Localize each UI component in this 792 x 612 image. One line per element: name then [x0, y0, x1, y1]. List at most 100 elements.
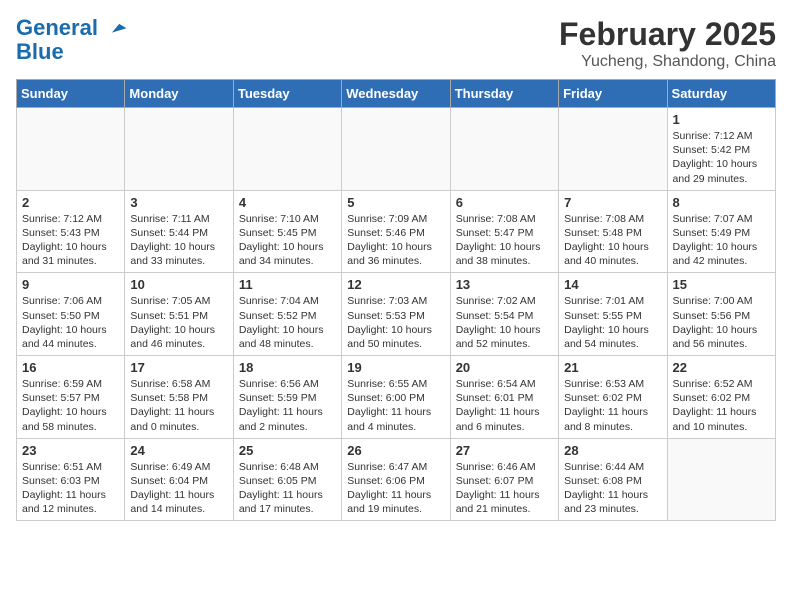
day-number: 21 [564, 360, 661, 375]
day-info: Sunrise: 6:53 AM Sunset: 6:02 PM Dayligh… [564, 377, 661, 434]
day-cell: 18 Sunrise: 6:56 AM Sunset: 5:59 PM Dayli… [233, 356, 341, 439]
day-info: Sunrise: 7:11 AM Sunset: 5:44 PM Dayligh… [130, 212, 227, 269]
day-cell: 19 Sunrise: 6:55 AM Sunset: 6:00 PM Dayli… [342, 356, 450, 439]
day-number: 10 [130, 277, 227, 292]
day-info: Sunrise: 7:09 AM Sunset: 5:46 PM Dayligh… [347, 212, 444, 269]
day-cell: 23 Sunrise: 6:51 AM Sunset: 6:03 PM Dayli… [17, 438, 125, 521]
day-cell: 1 Sunrise: 7:12 AM Sunset: 5:42 PM Daylig… [667, 108, 775, 191]
day-number: 28 [564, 443, 661, 458]
day-info: Sunrise: 6:58 AM Sunset: 5:58 PM Dayligh… [130, 377, 227, 434]
title-block: February 2025 Yucheng, Shandong, China [559, 16, 776, 71]
day-number: 22 [673, 360, 770, 375]
day-info: Sunrise: 7:00 AM Sunset: 5:56 PM Dayligh… [673, 294, 770, 351]
day-info: Sunrise: 7:10 AM Sunset: 5:45 PM Dayligh… [239, 212, 336, 269]
day-number: 8 [673, 195, 770, 210]
day-info: Sunrise: 7:02 AM Sunset: 5:54 PM Dayligh… [456, 294, 553, 351]
day-number: 15 [673, 277, 770, 292]
day-number: 14 [564, 277, 661, 292]
day-cell: 20 Sunrise: 6:54 AM Sunset: 6:01 PM Dayli… [450, 356, 558, 439]
day-info: Sunrise: 6:47 AM Sunset: 6:06 PM Dayligh… [347, 460, 444, 517]
day-cell: 15 Sunrise: 7:00 AM Sunset: 5:56 PM Dayli… [667, 273, 775, 356]
month-title: February 2025 [559, 16, 776, 53]
day-info: Sunrise: 6:51 AM Sunset: 6:03 PM Dayligh… [22, 460, 119, 517]
day-cell: 12Sunrise: 7:03 AM Sunset: 5:53 PM Dayli… [342, 273, 450, 356]
day-info: Sunrise: 6:55 AM Sunset: 6:00 PM Dayligh… [347, 377, 444, 434]
day-cell: 17 Sunrise: 6:58 AM Sunset: 5:58 PM Dayli… [125, 356, 233, 439]
calendar-table: SundayMondayTuesdayWednesdayThursdayFrid… [16, 79, 776, 521]
day-number: 2 [22, 195, 119, 210]
day-cell [667, 438, 775, 521]
weekday-header-friday: Friday [559, 80, 667, 108]
weekday-header-monday: Monday [125, 80, 233, 108]
day-number: 23 [22, 443, 119, 458]
day-info: Sunrise: 6:56 AM Sunset: 5:59 PM Dayligh… [239, 377, 336, 434]
page-header: General Blue February 2025 Yucheng, Shan… [16, 16, 776, 71]
day-cell: 22Sunrise: 6:52 AM Sunset: 6:02 PM Dayli… [667, 356, 775, 439]
day-number: 1 [673, 112, 770, 127]
day-number: 7 [564, 195, 661, 210]
day-info: Sunrise: 6:48 AM Sunset: 6:05 PM Dayligh… [239, 460, 336, 517]
day-cell: 26 Sunrise: 6:47 AM Sunset: 6:06 PM Dayli… [342, 438, 450, 521]
day-number: 19 [347, 360, 444, 375]
day-cell [233, 108, 341, 191]
day-cell: 4 Sunrise: 7:10 AM Sunset: 5:45 PM Daylig… [233, 190, 341, 273]
day-number: 18 [239, 360, 336, 375]
day-info: Sunrise: 6:49 AM Sunset: 6:04 PM Dayligh… [130, 460, 227, 517]
day-info: Sunrise: 7:07 AM Sunset: 5:49 PM Dayligh… [673, 212, 770, 269]
weekday-header-tuesday: Tuesday [233, 80, 341, 108]
day-cell: 5 Sunrise: 7:09 AM Sunset: 5:46 PM Daylig… [342, 190, 450, 273]
weekday-header-sunday: Sunday [17, 80, 125, 108]
day-cell: 28 Sunrise: 6:44 AM Sunset: 6:08 PM Dayli… [559, 438, 667, 521]
day-number: 3 [130, 195, 227, 210]
day-cell: 6 Sunrise: 7:08 AM Sunset: 5:47 PM Daylig… [450, 190, 558, 273]
day-info: Sunrise: 6:46 AM Sunset: 6:07 PM Dayligh… [456, 460, 553, 517]
day-cell: 16 Sunrise: 6:59 AM Sunset: 5:57 PM Dayli… [17, 356, 125, 439]
week-row-2: 9 Sunrise: 7:06 AM Sunset: 5:50 PM Daylig… [17, 273, 776, 356]
logo-text: General [16, 16, 128, 40]
day-info: Sunrise: 7:01 AM Sunset: 5:55 PM Dayligh… [564, 294, 661, 351]
day-number: 9 [22, 277, 119, 292]
day-info: Sunrise: 7:12 AM Sunset: 5:42 PM Dayligh… [673, 129, 770, 186]
day-number: 4 [239, 195, 336, 210]
day-info: Sunrise: 7:06 AM Sunset: 5:50 PM Dayligh… [22, 294, 119, 351]
day-number: 12 [347, 277, 444, 292]
day-info: Sunrise: 6:54 AM Sunset: 6:01 PM Dayligh… [456, 377, 553, 434]
day-info: Sunrise: 7:04 AM Sunset: 5:52 PM Dayligh… [239, 294, 336, 351]
weekday-header-saturday: Saturday [667, 80, 775, 108]
day-cell [125, 108, 233, 191]
day-number: 25 [239, 443, 336, 458]
day-cell: 3 Sunrise: 7:11 AM Sunset: 5:44 PM Daylig… [125, 190, 233, 273]
week-row-1: 2Sunrise: 7:12 AM Sunset: 5:43 PM Daylig… [17, 190, 776, 273]
week-row-4: 23 Sunrise: 6:51 AM Sunset: 6:03 PM Dayli… [17, 438, 776, 521]
day-info: Sunrise: 7:08 AM Sunset: 5:48 PM Dayligh… [564, 212, 661, 269]
day-number: 6 [456, 195, 553, 210]
day-number: 13 [456, 277, 553, 292]
day-cell: 13 Sunrise: 7:02 AM Sunset: 5:54 PM Dayli… [450, 273, 558, 356]
day-number: 26 [347, 443, 444, 458]
day-cell [450, 108, 558, 191]
weekday-header-thursday: Thursday [450, 80, 558, 108]
day-number: 20 [456, 360, 553, 375]
day-number: 16 [22, 360, 119, 375]
logo-line2: Blue [16, 40, 128, 64]
day-number: 27 [456, 443, 553, 458]
logo-icon [106, 18, 128, 40]
day-cell: 14 Sunrise: 7:01 AM Sunset: 5:55 PM Dayli… [559, 273, 667, 356]
day-cell: 8 Sunrise: 7:07 AM Sunset: 5:49 PM Daylig… [667, 190, 775, 273]
day-number: 5 [347, 195, 444, 210]
logo: General Blue [16, 16, 128, 64]
day-cell: 9 Sunrise: 7:06 AM Sunset: 5:50 PM Daylig… [17, 273, 125, 356]
weekday-header-row: SundayMondayTuesdayWednesdayThursdayFrid… [17, 80, 776, 108]
week-row-3: 16 Sunrise: 6:59 AM Sunset: 5:57 PM Dayli… [17, 356, 776, 439]
day-info: Sunrise: 7:05 AM Sunset: 5:51 PM Dayligh… [130, 294, 227, 351]
day-info: Sunrise: 6:44 AM Sunset: 6:08 PM Dayligh… [564, 460, 661, 517]
day-number: 24 [130, 443, 227, 458]
location-subtitle: Yucheng, Shandong, China [559, 53, 776, 71]
day-number: 17 [130, 360, 227, 375]
day-cell: 2Sunrise: 7:12 AM Sunset: 5:43 PM Daylig… [17, 190, 125, 273]
week-row-0: 1 Sunrise: 7:12 AM Sunset: 5:42 PM Daylig… [17, 108, 776, 191]
day-cell [559, 108, 667, 191]
day-info: Sunrise: 6:59 AM Sunset: 5:57 PM Dayligh… [22, 377, 119, 434]
day-info: Sunrise: 7:08 AM Sunset: 5:47 PM Dayligh… [456, 212, 553, 269]
day-cell: 7 Sunrise: 7:08 AM Sunset: 5:48 PM Daylig… [559, 190, 667, 273]
